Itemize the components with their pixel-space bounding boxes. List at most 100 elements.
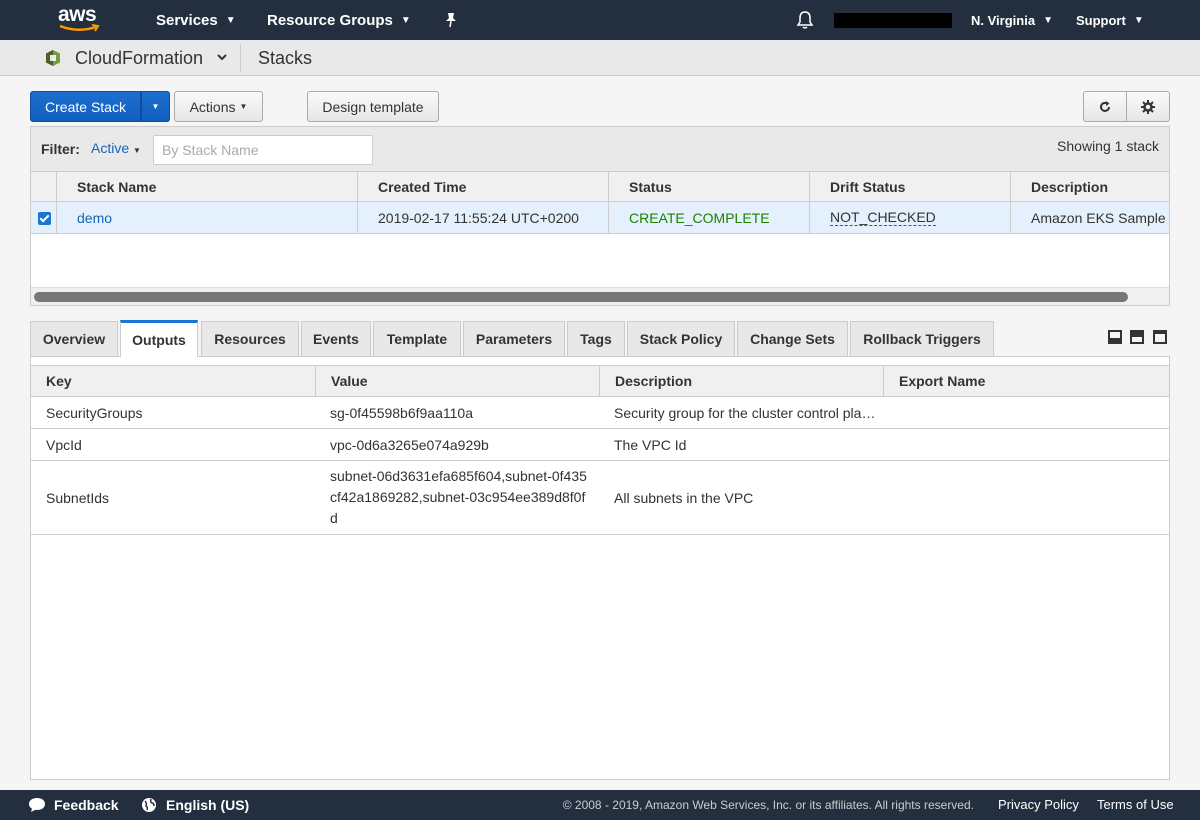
column-header-value[interactable]: Value: [315, 366, 599, 396]
layout-split-panel-icon[interactable]: [1130, 330, 1144, 344]
tab-template[interactable]: Template: [373, 321, 461, 356]
support-label: Support: [1076, 12, 1126, 28]
terms-of-use-link[interactable]: Terms of Use: [1097, 790, 1174, 820]
actions-button[interactable]: Actions ▼: [174, 91, 263, 122]
tab-change-sets[interactable]: Change Sets: [737, 321, 848, 356]
design-template-button[interactable]: Design template: [307, 91, 439, 122]
design-template-label: Design template: [322, 98, 424, 115]
output-description: Security group for the cluster control p…: [599, 397, 883, 428]
aws-logo-text: aws: [58, 3, 97, 26]
caret-down-icon: ▼: [133, 146, 141, 155]
aws-logo[interactable]: aws: [58, 4, 108, 36]
filter-status-dropdown[interactable]: Active ▼: [91, 140, 141, 156]
tab-resources[interactable]: Resources: [201, 321, 299, 356]
stack-description: Amazon EKS Sample VPC: [1010, 202, 1169, 233]
bell-icon[interactable]: [796, 0, 814, 40]
tab-events[interactable]: Events: [301, 321, 371, 356]
chevron-down-icon: ▼: [225, 14, 236, 26]
top-nav: aws Services ▼ Resource Groups ▼ N. Virg…: [0, 0, 1200, 40]
pin-icon[interactable]: [444, 0, 458, 40]
layout-bottom-panel-icon[interactable]: [1108, 330, 1122, 344]
table-row[interactable]: demo 2019-02-17 11:55:24 UTC+0200 CREATE…: [31, 202, 1169, 234]
services-label: Services: [156, 11, 218, 29]
drift-status-label: NOT_CHECKED: [830, 208, 936, 226]
tab-tags[interactable]: Tags: [567, 321, 625, 356]
divider: [240, 44, 241, 72]
column-header-drift-status[interactable]: Drift Status: [809, 172, 1010, 201]
caret-down-icon: ▼: [151, 102, 160, 111]
output-description: The VPC Id: [614, 436, 687, 453]
output-value: vpc-0d6a3265e074a929b: [330, 436, 489, 453]
stack-name-search-input[interactable]: [153, 135, 373, 165]
table-row: SecurityGroups sg-0f45598b6f9aa110a Secu…: [31, 397, 1169, 429]
settings-button[interactable]: [1127, 91, 1170, 122]
create-stack-label: Create Stack: [45, 98, 126, 115]
stacks-table-header: Stack Name Created Time Status Drift Sta…: [31, 171, 1169, 202]
chevron-down-icon[interactable]: [216, 51, 228, 63]
cloudformation-icon: [46, 50, 60, 66]
account-name-redacted[interactable]: [834, 13, 952, 28]
chevron-down-icon: ▼: [1133, 14, 1144, 26]
column-header-stack-name[interactable]: Stack Name: [56, 172, 357, 201]
support-menu[interactable]: Support ▼: [1076, 0, 1144, 40]
output-value: subnet-06d3631efa685f604,subnet-0f435cf4…: [330, 468, 587, 526]
tab-parameters[interactable]: Parameters: [463, 321, 565, 356]
service-bar: CloudFormation Stacks: [0, 40, 1200, 76]
drift-status[interactable]: NOT_CHECKED: [809, 202, 1010, 233]
refresh-button[interactable]: [1083, 91, 1127, 122]
row-checkbox[interactable]: [38, 212, 51, 225]
created-time: 2019-02-17 11:55:24 UTC+0200: [357, 202, 608, 233]
globe-icon: [142, 798, 156, 812]
privacy-policy-link[interactable]: Privacy Policy: [998, 790, 1079, 820]
actions-label: Actions: [189, 98, 236, 115]
tab-outputs[interactable]: Outputs: [120, 320, 198, 357]
resource-groups-menu[interactable]: Resource Groups ▼: [267, 0, 411, 40]
caret-down-icon: ▼: [239, 102, 248, 111]
status-badge: CREATE_COMPLETE: [608, 202, 809, 233]
output-description-text: Security group for the cluster control p…: [614, 404, 879, 421]
showing-count: Showing 1 stack: [1057, 138, 1159, 154]
copyright-text: © 2008 - 2019, Amazon Web Services, Inc.…: [562, 798, 974, 812]
column-header-key[interactable]: Key: [31, 366, 316, 396]
speech-bubble-icon: [29, 798, 45, 812]
gear-icon: [1141, 99, 1155, 114]
service-name[interactable]: CloudFormation: [75, 40, 203, 76]
filter-selected-label: Active: [91, 140, 130, 156]
output-key: VpcId: [46, 436, 82, 453]
output-description: All subnets in the VPC: [614, 489, 754, 506]
aws-smile-icon: [59, 24, 100, 32]
region-menu[interactable]: N. Virginia ▼: [971, 0, 1053, 40]
refresh-icon: [1100, 100, 1110, 112]
column-header-description[interactable]: Description: [599, 366, 883, 396]
tab-stack-policy[interactable]: Stack Policy: [627, 321, 735, 356]
stacks-panel: Filter: Active ▼ Showing 1 stack Stack N…: [30, 126, 1170, 306]
table-row: VpcId vpc-0d6a3265e074a929b The VPC Id: [31, 429, 1169, 461]
output-export-name: [883, 397, 1169, 428]
column-header-export-name[interactable]: Export Name: [883, 366, 1169, 396]
language-selector[interactable]: English (US): [141, 790, 249, 820]
tab-overview[interactable]: Overview: [30, 321, 118, 356]
scrollbar-thumb[interactable]: [34, 292, 1128, 302]
tab-rollback-triggers[interactable]: Rollback Triggers: [850, 321, 994, 356]
feedback-button[interactable]: Feedback: [28, 790, 119, 820]
outputs-panel: Key Value Description Export Name Securi…: [30, 356, 1170, 780]
footer: Feedback English (US) © 2008 - 2019, Ama…: [0, 790, 1200, 820]
resource-groups-label: Resource Groups: [267, 11, 393, 29]
stack-name-link[interactable]: demo: [56, 202, 357, 233]
column-header-description[interactable]: Description: [1010, 172, 1169, 201]
output-key: SecurityGroups: [46, 404, 143, 421]
output-value: sg-0f45598b6f9aa110a: [330, 404, 473, 421]
region-label: N. Virginia: [971, 12, 1036, 28]
output-key: SubnetIds: [46, 489, 110, 506]
services-menu[interactable]: Services ▼: [156, 0, 236, 40]
create-stack-dropdown-button[interactable]: ▼: [141, 91, 170, 122]
layout-full-panel-icon[interactable]: [1153, 330, 1167, 344]
output-export-name: [883, 429, 1169, 460]
filter-label: Filter:: [41, 141, 80, 157]
page-title: Stacks: [258, 48, 313, 68]
create-stack-button[interactable]: Create Stack: [30, 91, 141, 122]
horizontal-scrollbar[interactable]: [31, 287, 1169, 305]
column-header-created-time[interactable]: Created Time: [357, 172, 608, 201]
feedback-label: Feedback: [54, 797, 119, 813]
column-header-status[interactable]: Status: [608, 172, 809, 201]
